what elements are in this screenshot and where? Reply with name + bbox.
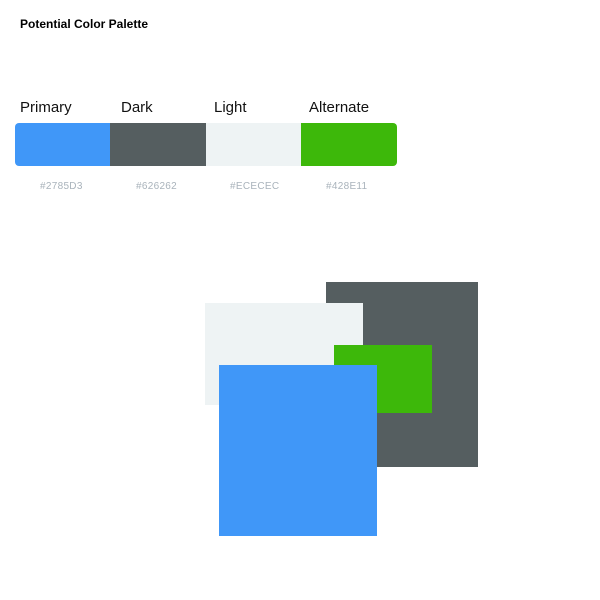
- page-title: Potential Color Palette: [20, 17, 149, 31]
- swatch-alternate: [301, 123, 397, 166]
- swatch-primary: [15, 123, 110, 166]
- swatch-dark: [110, 123, 206, 166]
- hex-primary: #2785D3: [40, 181, 83, 192]
- hex-alternate: #428E11: [326, 181, 368, 192]
- label-primary: Primary: [20, 99, 72, 116]
- hex-dark: #626262: [136, 181, 178, 192]
- swatch-light: [206, 123, 301, 166]
- palette-swatch-bar: [15, 123, 397, 166]
- label-dark: Dark: [121, 99, 153, 116]
- label-alternate: Alternate: [309, 99, 370, 116]
- preview-block-primary: [219, 365, 377, 536]
- hex-light: #ECECEC: [230, 181, 280, 192]
- label-light: Light: [214, 99, 247, 116]
